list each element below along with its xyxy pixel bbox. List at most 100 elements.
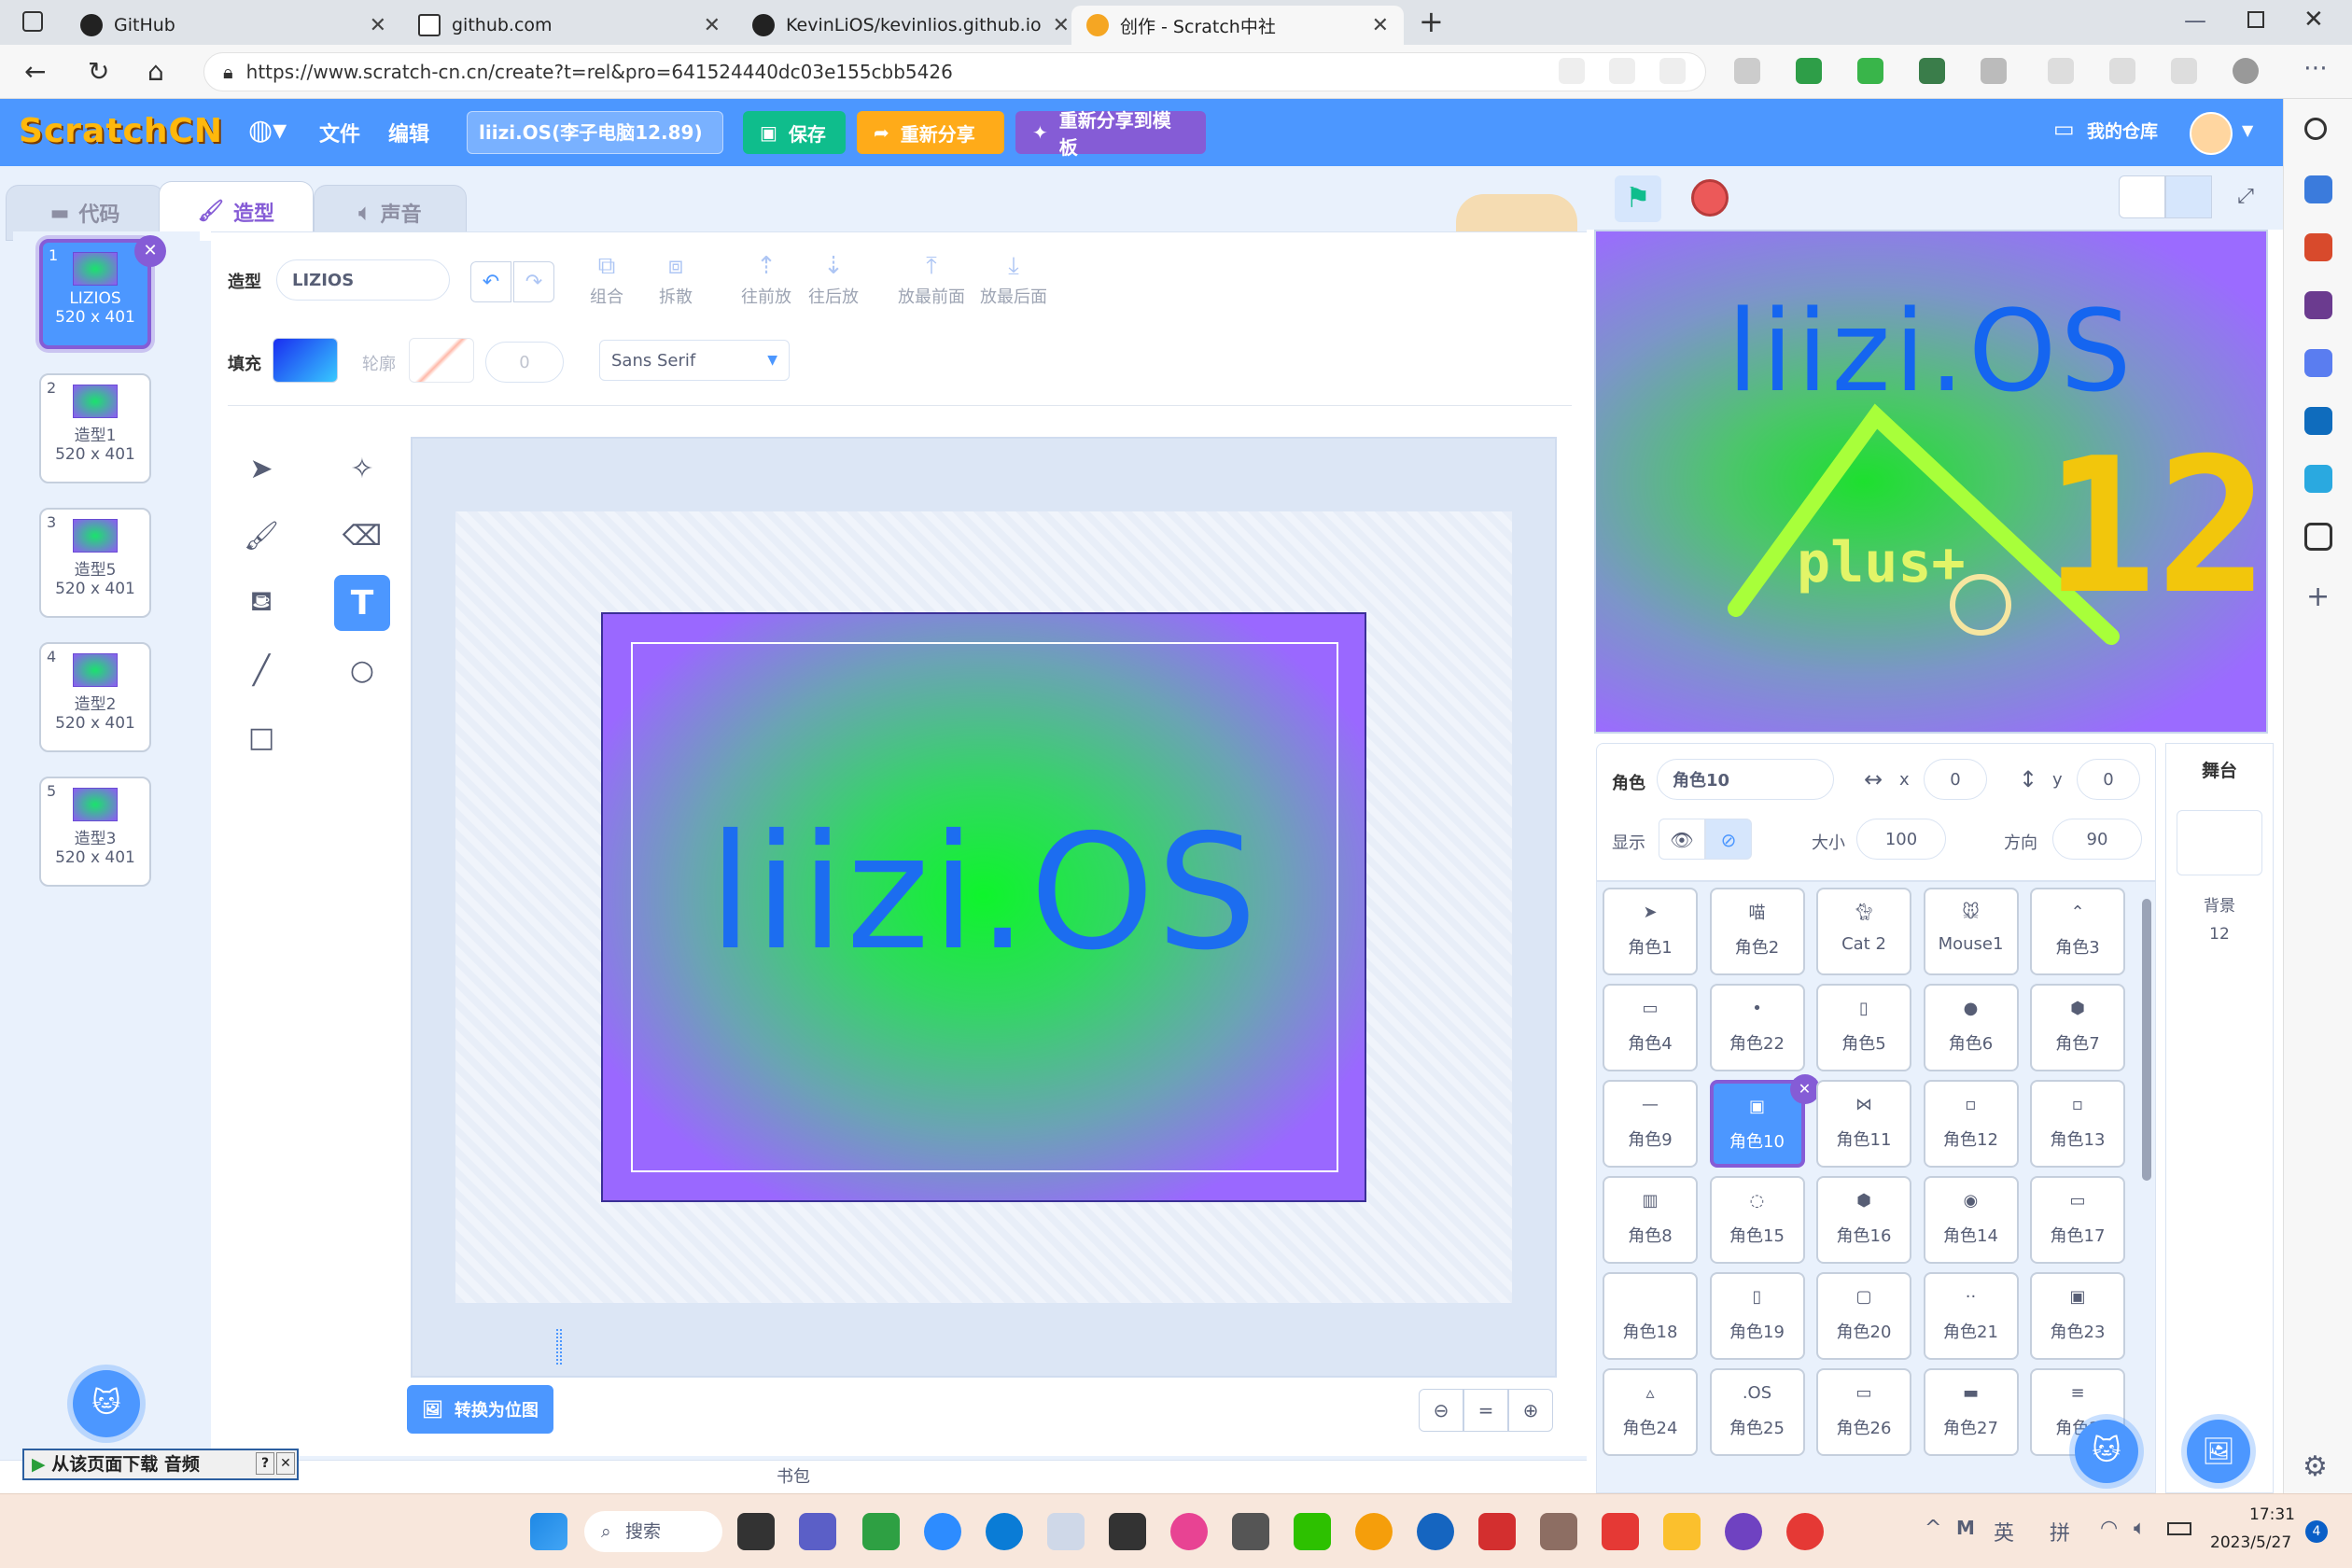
chevron-up-icon[interactable]: ^ <box>1925 1517 1941 1540</box>
close-icon[interactable]: ✕ <box>276 1452 295 1475</box>
close-tab-icon[interactable]: ✕ <box>370 14 386 37</box>
text-tool[interactable]: T <box>334 575 390 631</box>
refresh-icon[interactable]: ↻ <box>88 56 109 87</box>
favorite-add-icon[interactable] <box>1659 58 1686 84</box>
sprite-item[interactable]: ➤ 角色1 <box>1603 888 1698 975</box>
outline-size-input[interactable]: 0 <box>485 342 564 383</box>
wechat-icon[interactable] <box>1294 1513 1331 1550</box>
choose-costume-button[interactable]: 🐱︎ <box>73 1370 140 1437</box>
sprite-item[interactable]: ⋈ 角色11 <box>1816 1080 1911 1168</box>
sprite-item[interactable]: ▬ 角色27 <box>1923 1368 2019 1456</box>
sprite-item[interactable]: ◌ 角色15 <box>1709 1176 1805 1264</box>
performance-icon[interactable] <box>2171 58 2197 84</box>
close-window-icon[interactable]: ✕ <box>2303 6 2324 34</box>
show-eye-icon[interactable]: 👁︎ <box>1659 819 1705 860</box>
read-aloud-icon[interactable] <box>1559 58 1585 84</box>
costume-item[interactable]: 3 造型5 520 x 401 <box>39 508 151 618</box>
browser-tab-github-com[interactable]: github.com ✕ <box>403 6 735 45</box>
file-explorer-icon[interactable] <box>1663 1513 1701 1550</box>
line-tool[interactable]: ╱ <box>233 642 289 698</box>
costume-item[interactable]: 4 造型2 520 x 401 <box>39 642 151 752</box>
delete-icon[interactable]: ✕ <box>134 235 166 267</box>
ime-pinyin[interactable]: 拼 <box>2050 1517 2070 1547</box>
chess-icon[interactable] <box>2304 291 2332 319</box>
undo-icon[interactable]: ↶ <box>470 261 511 302</box>
settings-icon[interactable]: ⚙︎ <box>2303 1450 2328 1483</box>
backward-button[interactable]: ⇣ 往后放 <box>808 252 859 308</box>
front-button[interactable]: ⤒ 放最前面 <box>898 252 965 308</box>
sprite-item[interactable]: .OS 角色25 <box>1709 1368 1805 1456</box>
eraser-tool[interactable]: ⌫ <box>334 508 390 564</box>
sprite-item[interactable]: ▥ 角色8 <box>1603 1176 1698 1264</box>
zoom-in-icon[interactable]: ⊕ <box>1508 1389 1553 1432</box>
brush-tool[interactable]: 🖌︎ <box>233 508 289 564</box>
sprite-item[interactable]: 🐈︎ Cat 2 <box>1816 888 1911 975</box>
y-input[interactable]: 0 <box>2077 759 2140 800</box>
sprite-item[interactable]: — 角色9 <box>1603 1080 1698 1168</box>
sprite-item[interactable]: 🐭︎ Mouse1 <box>1923 888 2019 975</box>
outlook-icon[interactable] <box>2304 407 2332 435</box>
sprite-item[interactable]: ▭ 角色26 <box>1816 1368 1911 1456</box>
app-icon[interactable] <box>1602 1513 1639 1550</box>
tag-icon[interactable] <box>2304 175 2332 203</box>
puzzle-icon[interactable] <box>1981 58 2007 84</box>
sprite-item[interactable]: • 角色22 <box>1709 984 1805 1071</box>
font-dropdown[interactable]: Sans Serif ▼ <box>599 340 790 381</box>
sprite-item[interactable]: ▯ 角色19 <box>1709 1272 1805 1360</box>
sprite-item[interactable]: ▭ 角色4 <box>1603 984 1698 1071</box>
sprite-item[interactable]: 喵角色2 <box>1709 888 1805 975</box>
edge-icon[interactable] <box>986 1513 1023 1550</box>
sprite-item[interactable]: ⬢ 角色16 <box>1816 1176 1911 1264</box>
paint-icon[interactable] <box>1170 1513 1208 1550</box>
reader-view-icon[interactable] <box>1609 58 1635 84</box>
tray-icon[interactable]: M <box>1956 1517 1975 1539</box>
shield-icon[interactable] <box>1857 58 1883 84</box>
user-avatar[interactable] <box>2190 112 2233 155</box>
choose-backdrop-button[interactable]: 🖼︎ <box>2187 1420 2250 1483</box>
circle-tool[interactable]: ○ <box>334 642 390 698</box>
plane-icon[interactable] <box>1417 1513 1454 1550</box>
calendar-icon[interactable] <box>2304 523 2332 551</box>
app-icon[interactable] <box>1540 1513 1577 1550</box>
teams-icon[interactable] <box>799 1513 836 1550</box>
reshare-button[interactable]: ➦ 重新分享 <box>857 111 1004 154</box>
sprite-item[interactable]: ⌃ 角色3 <box>2030 888 2125 975</box>
back-button[interactable]: ⤓ 放最后面 <box>980 252 1047 308</box>
zoom-reset-icon[interactable]: = <box>1463 1389 1508 1432</box>
extension-icon[interactable] <box>1734 58 1760 84</box>
chess-icon[interactable] <box>1232 1513 1269 1550</box>
sprite-item[interactable]: ▵ 角色24 <box>1603 1368 1698 1456</box>
close-tab-icon[interactable]: ✕ <box>1053 14 1070 37</box>
x-input[interactable]: 0 <box>1924 759 1987 800</box>
costume-item[interactable]: 1 LIZIOS 520 x 401 ✕ <box>39 235 166 349</box>
battery-icon[interactable] <box>2167 1522 2191 1535</box>
start-icon[interactable] <box>530 1513 567 1550</box>
collections-icon[interactable] <box>2109 58 2135 84</box>
browser-tab-github[interactable]: GitHub ✕ <box>65 6 401 45</box>
back-icon[interactable]: ← <box>24 56 46 87</box>
folder-icon[interactable]: ▭ <box>2053 116 2075 142</box>
group-button[interactable]: ⧉ 组合 <box>590 252 623 308</box>
browser-tab-kevinlios[interactable]: KevinLiOS/kevinlios.github.io ✕ <box>737 6 1070 45</box>
forward-button[interactable]: ⇡ 往前放 <box>741 252 791 308</box>
hide-eye-icon[interactable]: ⊘ <box>1705 819 1752 860</box>
chevron-down-icon[interactable]: ▼ <box>2242 121 2253 139</box>
stage-preview[interactable]: liizi.OS 12 plus+ <box>1594 230 2269 734</box>
reshare-template-button[interactable]: ✦ 重新分享到模板 <box>1015 109 1206 159</box>
sprite-item[interactable]: ▭ 角色17 <box>2030 1176 2125 1264</box>
fullscreen-icon[interactable]: ⤢ <box>2225 175 2266 218</box>
tab-actions-icon[interactable] <box>22 11 43 32</box>
help-icon[interactable]: ? <box>256 1452 274 1475</box>
sprite-item[interactable]: ▫ 角色13 <box>2030 1080 2125 1168</box>
notepad-icon[interactable] <box>1047 1513 1085 1550</box>
taskbar-search[interactable]: ⌕ 搜索 <box>584 1511 722 1552</box>
sprite-item[interactable]: ▢ 角色20 <box>1816 1272 1911 1360</box>
more-menu-icon[interactable]: ⋯ <box>2303 54 2328 82</box>
url-field[interactable]: 🔒︎ https://www.scratch-cn.cn/create?t=rel… <box>203 52 1706 91</box>
project-title-input[interactable]: liizi.OS(李子电脑12.89) <box>467 111 723 154</box>
maximize-icon[interactable] <box>2247 11 2264 28</box>
select-tool[interactable]: ➤ <box>233 441 289 497</box>
sprite-item[interactable]: ▣ 角色23 <box>2030 1272 2125 1360</box>
task-view-icon[interactable] <box>737 1513 775 1550</box>
favorites-icon[interactable] <box>2048 58 2074 84</box>
